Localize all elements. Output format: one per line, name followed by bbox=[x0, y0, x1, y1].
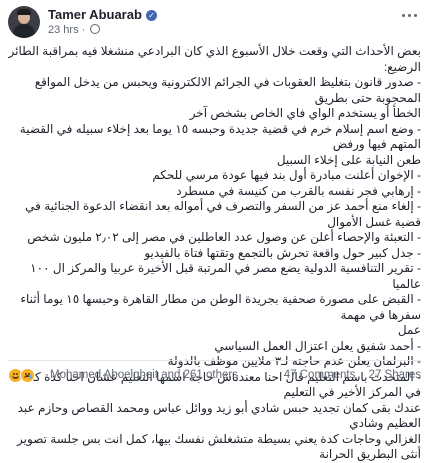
post-text-line: عمل bbox=[397, 323, 421, 337]
post-text-line: - صدور قانون بتغليظ العقوبات في الجرائم … bbox=[34, 75, 421, 105]
post-footer: Mohamed Aboelgheit and 261 others 47 Com… bbox=[8, 366, 421, 388]
comments-count[interactable]: 47 Comments bbox=[284, 369, 356, 381]
post-text-line: - تقرير التنافسية الدولية يضع مصر في الم… bbox=[30, 261, 421, 291]
post-text-line: - التعبئة والإحصاء أعلن عن وصول عدد العا… bbox=[27, 230, 421, 244]
more-dot-icon bbox=[414, 14, 417, 17]
shares-count[interactable]: 27 Shares bbox=[369, 369, 421, 381]
post-text-line: - أحمد شفيق يعلن اعتزال العمل السياسي bbox=[214, 338, 421, 353]
post-text-line: - إلغاء منع أحمد عز من السفر والتصرف في … bbox=[25, 199, 421, 229]
engagement-counts: 47 Comments 27 Shares bbox=[274, 369, 421, 381]
more-dot-icon bbox=[402, 14, 405, 17]
facebook-post: Tamer Abuarab ✓ 23 hrs · بعض الأحداث التي… bbox=[0, 0, 429, 461]
post-text-line: الغزالي وحاجات كدة يعني بسيطة متشغلش نفس… bbox=[17, 431, 421, 462]
post-text-line: - القبض على مصورة صحفية بجريدة الوطن من … bbox=[20, 292, 421, 322]
reaction-icons[interactable] bbox=[8, 368, 35, 383]
post-text-line: طعن النيابة على إخلاء السبيل bbox=[276, 152, 421, 167]
more-dot-icon bbox=[408, 14, 411, 17]
post-header: Tamer Abuarab ✓ 23 hrs · bbox=[8, 6, 421, 38]
post-options-button[interactable] bbox=[400, 8, 419, 23]
post-text-line: - وضع اسم إسلام خرم في قضية جديدة وحبسه … bbox=[19, 121, 421, 152]
post-text-line: الخطأ أو يستخدم الواي فاي الخاص بشخص آخر bbox=[189, 106, 421, 120]
reaction-summary[interactable]: Mohamed Aboelgheit and 261 others bbox=[50, 369, 238, 381]
post-text: بعض الأحداث التي وقعت خلال الأسبوع الذي … bbox=[8, 44, 422, 463]
post-text-line: بعض الأحداث التي وقعت خلال الأسبوع الذي … bbox=[8, 44, 422, 74]
verified-badge-icon: ✓ bbox=[145, 10, 157, 21]
post-timestamp[interactable]: 23 hrs bbox=[48, 24, 79, 36]
globe-icon bbox=[90, 24, 101, 34]
post-meta: 23 hrs · bbox=[48, 24, 101, 36]
post-text-line: - جدل كبير حول واقعة تحرش بالتجمع وتقتها… bbox=[144, 245, 421, 260]
footer-divider bbox=[8, 360, 421, 361]
post-text-line: - إرهابي فجر نفسه بالقرب من كنيسة في مسط… bbox=[176, 183, 421, 198]
post-text-line: عندك بقى كمان تجديد حبس شادي أبو زيد ووا… bbox=[17, 400, 421, 431]
author-avatar[interactable] bbox=[8, 6, 40, 38]
author-name[interactable]: Tamer Abuarab bbox=[48, 7, 142, 22]
author-name-row: Tamer Abuarab ✓ bbox=[48, 7, 157, 22]
sad-reaction-icon bbox=[20, 368, 35, 383]
post-text-line: - الإخوان أعلنت مبادرة أول بند فيها عودة… bbox=[152, 168, 421, 182]
